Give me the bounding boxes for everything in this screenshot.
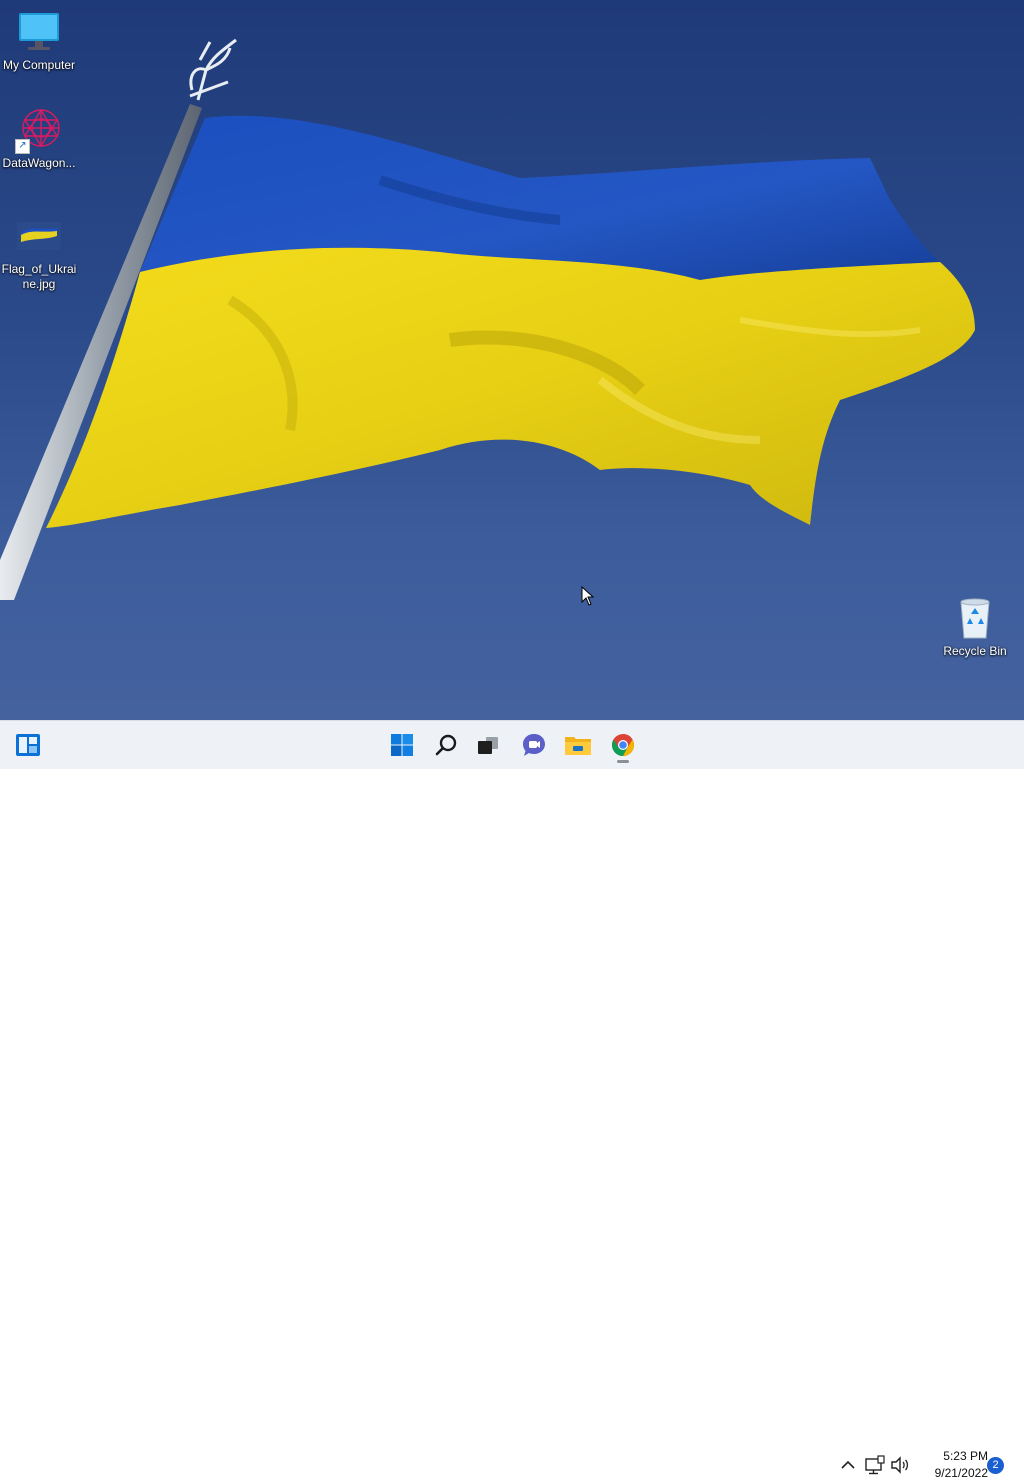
- start-button[interactable]: [382, 725, 422, 765]
- file-explorer-button[interactable]: [558, 725, 598, 765]
- desktop-icon-datawagon[interactable]: ↗ DataWagon...: [0, 106, 78, 171]
- datawagon-icon: ↗: [15, 106, 63, 154]
- chrome-button[interactable]: [603, 725, 643, 765]
- volume-icon: [891, 1456, 909, 1474]
- monitor-icon: [15, 8, 63, 56]
- desktop-icon-my-computer[interactable]: My Computer: [0, 8, 78, 73]
- search-icon: [435, 734, 457, 756]
- desktop-icon-label: Recycle Bin: [943, 644, 1007, 658]
- desktop-wallpaper: [0, 0, 1024, 720]
- chrome-icon: [612, 734, 634, 756]
- chat-icon: [523, 734, 545, 756]
- windows-start-icon: [391, 734, 413, 756]
- desktop-icon-label: DataWagon...: [2, 156, 76, 170]
- clock-date: 9/21/2022: [934, 1466, 988, 1480]
- notification-count-badge[interactable]: 2: [987, 1457, 1004, 1474]
- ukraine-flag-wallpaper-image: [0, 38, 975, 600]
- clock-time: 5:23 PM: [943, 1449, 988, 1463]
- image-file-icon: [15, 212, 63, 260]
- file-explorer-icon: [565, 737, 591, 755]
- network-button[interactable]: [864, 1454, 886, 1476]
- desktop-icon-label: My Computer: [2, 58, 76, 72]
- running-indicator: [617, 760, 629, 763]
- chevron-up-icon: [841, 1460, 855, 1469]
- task-view-icon: [478, 737, 498, 754]
- taskbar: 5:23 PM 9/21/2022 2: [0, 720, 1024, 1480]
- mouse-cursor-icon: [581, 585, 595, 611]
- volume-button[interactable]: [889, 1454, 911, 1476]
- network-icon: [865, 1455, 885, 1475]
- desktop-icon-label: Flag_of_Ukraine.jpg: [1, 262, 77, 291]
- task-view-button[interactable]: [468, 725, 508, 765]
- clock-button[interactable]: 5:23 PM 9/21/2022: [916, 1448, 988, 1482]
- desktop-icon-recycle-bin[interactable]: Recycle Bin: [936, 594, 1014, 659]
- shortcut-arrow-icon: ↗: [15, 139, 30, 154]
- recycle-bin-icon: [951, 594, 999, 642]
- widgets-button[interactable]: [8, 725, 48, 765]
- chat-button[interactable]: [514, 725, 554, 765]
- search-button[interactable]: [427, 725, 467, 765]
- show-hidden-icons-button[interactable]: [838, 1455, 858, 1475]
- widgets-icon: [16, 734, 40, 756]
- desktop-icon-flag-image[interactable]: Flag_of_Ukraine.jpg: [0, 212, 78, 292]
